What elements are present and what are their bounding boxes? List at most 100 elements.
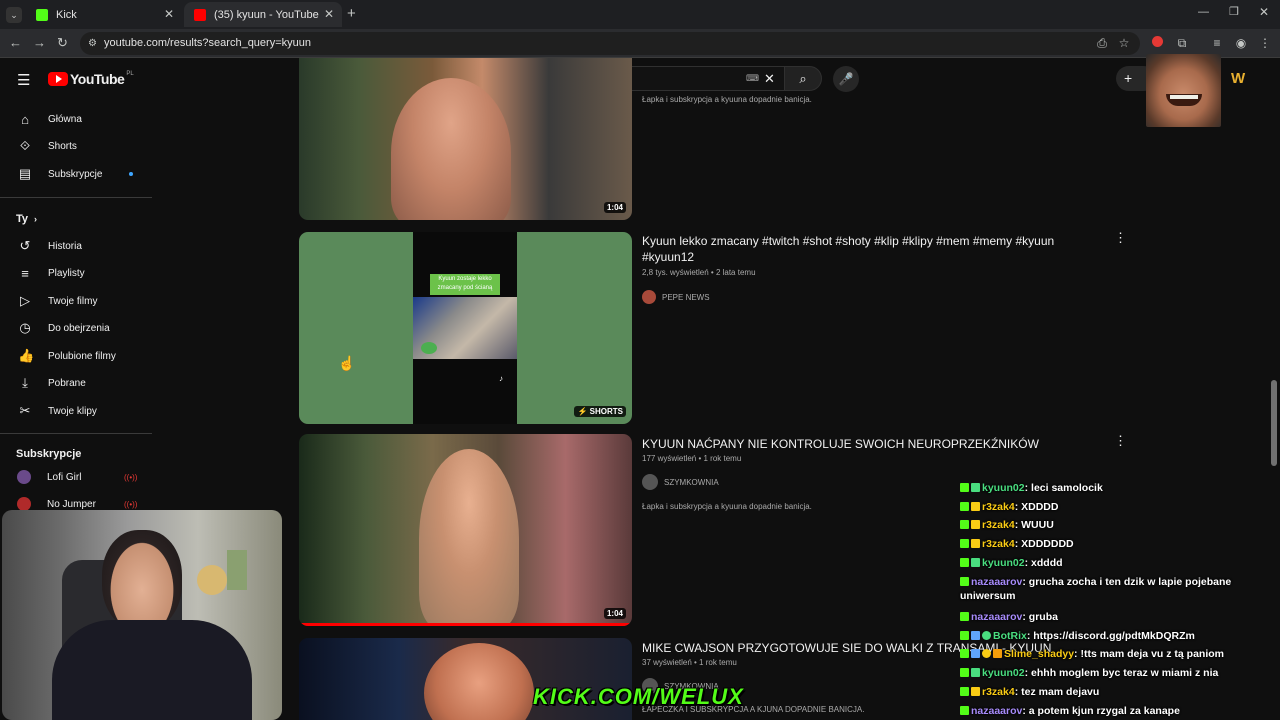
keyboard-icon[interactable]: ⌨ [746, 67, 759, 90]
browser-menu-icon[interactable]: ⋮ [1258, 36, 1272, 50]
bookmark-star-icon[interactable]: ☆ [1117, 36, 1131, 50]
subscription-label: No Jumper [47, 498, 96, 510]
live-icon: ((•)) [124, 472, 138, 482]
verified-badge-icon [982, 631, 991, 640]
close-window-icon[interactable]: ✕ [1259, 5, 1269, 19]
reload-icon[interactable]: ↻ [57, 35, 68, 51]
chat-username: r3zak4 [982, 686, 1015, 698]
channel-link[interactable]: SZYMKOWNIA [642, 474, 719, 490]
sidebar-item-playlists[interactable]: ≡ Playlisty [0, 260, 150, 286]
chat-message: r3zak4: tez mam dejavu [960, 685, 1260, 699]
kick-badge-icon [960, 502, 969, 511]
sidebar-item-label: Twoje filmy [48, 295, 98, 307]
sidebar-item-label: Subskrypcje [48, 168, 103, 180]
media-control-icon[interactable]: ≡ [1210, 36, 1224, 50]
more-options-icon[interactable]: ⋮ [1114, 230, 1127, 246]
subscriptions-icon: ▤ [18, 166, 32, 181]
sidebar-item-subscriptions[interactable]: ▤ Subskrypcje [0, 161, 150, 187]
sidebar-item-your-videos[interactable]: ▷ Twoje filmy [0, 288, 150, 314]
new-tab-button[interactable]: + [347, 5, 356, 22]
video-description: Łapka i subskrypcja a kyuuna dopadnie ba… [642, 95, 812, 104]
clock-icon: ◷ [19, 320, 31, 335]
youtube-logo-icon [194, 8, 206, 21]
install-app-icon[interactable]: ⎙ [1095, 36, 1109, 50]
kick-badge-icon [960, 558, 969, 567]
kick-badge-icon [960, 687, 969, 696]
your-videos-icon: ▷ [20, 293, 30, 308]
subscriber-badge-icon [971, 502, 980, 511]
video-thumbnail[interactable]: 1:04 [299, 434, 632, 626]
chat-username: kyuun02 [982, 482, 1025, 494]
live-icon: ((•)) [124, 499, 138, 509]
video-title[interactable]: Kyuun lekko zmacany #twitch #shot #shoty… [642, 233, 1072, 265]
chat-text: : WUUU [1014, 519, 1054, 531]
subscriber-badge-icon [971, 539, 980, 548]
forward-icon[interactable]: → [33, 35, 46, 50]
reaction-face-image [1146, 54, 1221, 127]
chat-text: : leci samolocik [1024, 482, 1103, 494]
kick-badge-icon [960, 539, 969, 548]
chat-text: : tez mam dejavu [1014, 686, 1100, 698]
url-input[interactable]: ⚙ youtube.com/results?search_query=kyuun [80, 32, 1140, 55]
sidebar-item-home[interactable]: ⌂ Główna [0, 106, 150, 132]
sidebar-item-watch-later[interactable]: ◷ Do obejrzenia [0, 315, 150, 341]
video-title[interactable]: KYUUN NAĆPANY NIE KONTROLUJE SWOICH NEUR… [642, 436, 1039, 452]
extensions-puzzle-icon[interactable]: ⧉ [1175, 36, 1189, 50]
sidebar-divider [0, 197, 152, 198]
sidebar-item-downloads[interactable]: ⤓ Pobrane [0, 370, 150, 396]
chat-username: kyuun02 [982, 667, 1025, 679]
short-caption: Kyuun zostaje lekko zmacany pod ścianą [430, 274, 500, 295]
chat-message: nazaaarov: gruba [960, 610, 1260, 624]
tab-youtube[interactable]: (35) kyuun - YouTube ✕ [184, 2, 342, 27]
history-icon: ↺ [19, 238, 31, 253]
chat-text: : xdddd [1024, 557, 1063, 569]
close-tab-icon[interactable]: ✕ [324, 7, 334, 21]
channel-avatar [17, 497, 31, 511]
restore-icon[interactable]: ❐ [1229, 5, 1239, 18]
video-meta: 37 wyświetleń • 1 rok temu [642, 658, 737, 667]
video-duration: 1:04 [603, 608, 626, 619]
kick-badge-icon [960, 631, 969, 640]
new-content-dot [129, 172, 133, 176]
subscriber-badge-icon [993, 649, 1002, 658]
page-scrollbar-thumb[interactable] [1271, 380, 1277, 466]
tab-search-button[interactable]: ⌄ [6, 7, 22, 23]
site-info-icon[interactable]: ⚙ [88, 32, 97, 55]
voice-search-button[interactable]: 🎤 [833, 66, 859, 92]
sidebar-item-liked[interactable]: 👍 Polubione filmy [0, 343, 150, 369]
scissors-icon: ✂ [19, 403, 31, 418]
shelf-decoration [227, 550, 247, 590]
playlist-icon: ≡ [21, 265, 29, 281]
channel-link[interactable]: PEPE NEWS [642, 290, 710, 304]
chat-username: nazaaarov [971, 705, 1023, 717]
kick-badge-icon [960, 577, 969, 586]
short-frame: Kyuun zostaje lekko zmacany pod ścianą ♪ [413, 232, 517, 424]
sidebar-item-label: Do obejrzenia [48, 322, 110, 334]
sidebar-item-label: Twoje klipy [48, 405, 97, 417]
search-button[interactable]: ⌕ [784, 66, 822, 91]
channel-avatar [17, 470, 31, 484]
extension-logo-icon[interactable]: W [1231, 70, 1249, 87]
chevron-right-icon: › [34, 214, 38, 224]
sidebar-item-label: Historia [48, 240, 82, 252]
subscription-item[interactable]: Lofi Girl ((•)) [0, 464, 150, 490]
tab-kick[interactable]: Kick ✕ [26, 2, 182, 27]
video-thumbnail[interactable]: 1:04 [299, 58, 632, 220]
sidebar-you-header[interactable]: Ty › [0, 206, 150, 232]
close-tab-icon[interactable]: ✕ [164, 7, 174, 21]
shorts-icon: ⟐ [19, 138, 31, 153]
video-description: Łapka i subskrypcja a kyuuna dopadnie ba… [642, 502, 812, 511]
minimize-icon[interactable]: — [1198, 6, 1209, 18]
kick-badge-icon [960, 612, 969, 621]
sidebar-item-history[interactable]: ↺ Historia [0, 233, 150, 259]
more-options-icon[interactable]: ⋮ [1114, 433, 1127, 449]
clear-search-icon[interactable]: ✕ [764, 67, 775, 90]
sidebar-item-shorts[interactable]: ⟐ Shorts [0, 133, 150, 159]
channel-name: PEPE NEWS [662, 292, 710, 302]
video-thumbnail[interactable]: Kyuun zostaje lekko zmacany pod ścianą ♪… [299, 232, 632, 424]
back-icon[interactable]: ← [9, 35, 22, 50]
kick-badge-icon [960, 483, 969, 492]
profile-icon[interactable]: ◉ [1234, 36, 1248, 50]
extension-red-icon[interactable] [1150, 36, 1164, 50]
sidebar-item-clips[interactable]: ✂ Twoje klipy [0, 398, 150, 424]
